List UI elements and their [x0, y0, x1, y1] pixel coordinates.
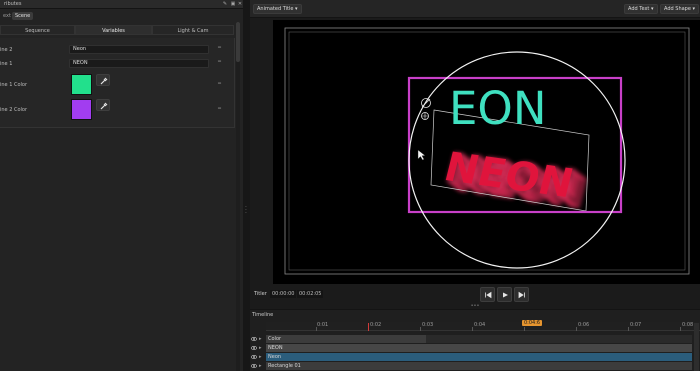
animated-title-dropdown[interactable]: Animated Title ▾ [253, 4, 302, 14]
panel-scrollbar[interactable] [236, 22, 240, 371]
current-time-field[interactable]: 00:00:00 [270, 290, 297, 298]
duration-field[interactable]: 00:02:05 [297, 290, 324, 298]
window-icon[interactable]: ▣ [230, 1, 236, 7]
add-text-dropdown[interactable]: Add Text ▾ [624, 4, 658, 14]
line2-color-label: ine 2 Color [0, 107, 28, 113]
mouse-cursor-icon [417, 149, 426, 161]
ruler-label: 0:01 [317, 322, 329, 328]
ruler-label: 0:07 [630, 322, 642, 328]
play-button[interactable] [497, 287, 512, 302]
in-point-marker[interactable] [368, 323, 369, 331]
skip-back-button[interactable] [480, 287, 495, 302]
eyedropper-icon [100, 102, 108, 110]
ruler-label: 0:06 [578, 322, 590, 328]
rotate-handle-line [421, 98, 431, 108]
ruler-tick [420, 327, 421, 331]
track-bar[interactable]: Rectangle 01 [266, 362, 692, 370]
panel-title-bar: ributes ✎ ▣ ✕ [0, 0, 243, 9]
track-bar-selected[interactable]: Neon [266, 353, 692, 361]
animated-title-label: Animated Title [257, 6, 294, 12]
subtab-variables[interactable]: Variables [75, 25, 152, 35]
ruler-tick [576, 327, 577, 331]
panel-splitter[interactable]: · · · [243, 0, 250, 371]
wrench-icon[interactable]: ✎ [222, 1, 228, 7]
subtab-sequence[interactable]: Sequence [0, 25, 75, 35]
add-shape-label: Add Shape [664, 6, 691, 12]
neon-text-3d[interactable]: NEONNEONNEONNEONNEONNEONNEON NEON [440, 145, 592, 219]
ruler-label: 0:03 [422, 322, 434, 328]
line1-menu-icon[interactable]: ═ [218, 59, 223, 65]
line1-label: ine 1 [0, 61, 13, 67]
expand-arrow-icon[interactable]: ▸ [259, 335, 262, 343]
ruler-tick [472, 327, 473, 331]
variables-list: ine 2 Neon ═ ine 1 NEON ═ ine 1 Color ═ … [0, 38, 235, 128]
skip-forward-button[interactable] [514, 287, 529, 302]
line1-color-swatch[interactable] [71, 74, 92, 95]
ruler-tick [628, 327, 629, 331]
skip-forward-icon [518, 291, 525, 299]
track-neon-upper[interactable]: ▸ NEON [250, 344, 700, 352]
eyedropper-icon [100, 77, 108, 85]
splitter-grip-icon: · · · [245, 204, 247, 217]
titler-toolbar: Animated Title ▾ Add Text ▾ Add Shape ▾ [250, 0, 700, 18]
ruler-label: 0:02 [370, 322, 382, 328]
ruler-tick [680, 327, 681, 331]
eon-text[interactable]: EON [449, 82, 547, 135]
line2-eyedropper-button[interactable] [96, 99, 110, 111]
skip-back-icon [485, 291, 492, 299]
panel-title: ributes [4, 1, 22, 7]
line1-eyedropper-button[interactable] [96, 74, 110, 86]
track-color[interactable]: ▸ Color [250, 335, 700, 343]
title-preview-canvas[interactable]: NEON NEON NEON NEON NEON NEON NEON NEON EON [273, 20, 700, 284]
ruler-tick [316, 327, 317, 331]
track-bar-tail [426, 335, 692, 343]
line1-color-label: ine 1 Color [0, 82, 28, 88]
subtab-light-cam[interactable]: Light & Cam [152, 25, 234, 35]
timeline-panel: Timeline 0:01 0:02 0:03 0:04 0:05 0:06 0… [250, 309, 700, 371]
scrollbar-thumb[interactable] [236, 22, 240, 62]
expand-arrow-icon[interactable]: ▸ [259, 353, 262, 361]
eye-icon[interactable] [251, 363, 257, 369]
line2-label: ine 2 [0, 47, 13, 53]
track-bar[interactable]: NEON [266, 344, 692, 352]
timeline-title: Timeline [252, 312, 274, 318]
transport-bar: Titler 00:00:00 00:02:05 [250, 285, 700, 305]
eye-icon[interactable] [251, 345, 257, 351]
line1-color-menu-icon[interactable]: ═ [218, 81, 223, 87]
line2-color-menu-icon[interactable]: ═ [218, 106, 223, 112]
expand-arrow-icon[interactable]: ▸ [259, 344, 262, 352]
eye-icon[interactable] [251, 354, 257, 360]
ruler-label: 0:04 [474, 322, 486, 328]
eye-icon[interactable] [251, 336, 257, 342]
subtabs: Sequence Variables Light & Cam [0, 25, 235, 35]
ruler-tick [524, 327, 525, 331]
titler-label: Titler [254, 291, 267, 297]
timeline-ruler[interactable]: 0:01 0:02 0:03 0:04 0:05 0:06 0:07 0:08 [266, 322, 700, 331]
play-icon [503, 292, 508, 298]
preview-svg: NEONNEONNEONNEONNEONNEONNEON NEON EON [284, 27, 690, 275]
panel-tabs: ext Scene [0, 11, 243, 21]
track-neon[interactable]: ▸ Neon [250, 353, 700, 361]
line2-menu-icon[interactable]: ═ [218, 45, 223, 51]
track-bar[interactable]: Color [266, 335, 426, 343]
track-rectangle[interactable]: ▸ Rectangle 01 [250, 362, 700, 370]
timeline-scrollbar[interactable] [694, 323, 699, 371]
line2-field[interactable]: Neon [69, 45, 209, 54]
attributes-panel: ributes ✎ ▣ ✕ ext Scene Sequence Variabl… [0, 0, 243, 371]
tab-scene[interactable]: Scene [12, 12, 34, 20]
expand-arrow-icon[interactable]: ▸ [259, 362, 262, 370]
line1-field[interactable]: NEON [69, 59, 209, 68]
ruler-label: 0:08 [682, 322, 694, 328]
add-text-label: Add Text [628, 6, 650, 12]
playhead[interactable]: 0:04:6 [522, 320, 543, 326]
line2-color-swatch[interactable] [71, 99, 92, 120]
add-shape-dropdown[interactable]: Add Shape ▾ [660, 4, 700, 14]
